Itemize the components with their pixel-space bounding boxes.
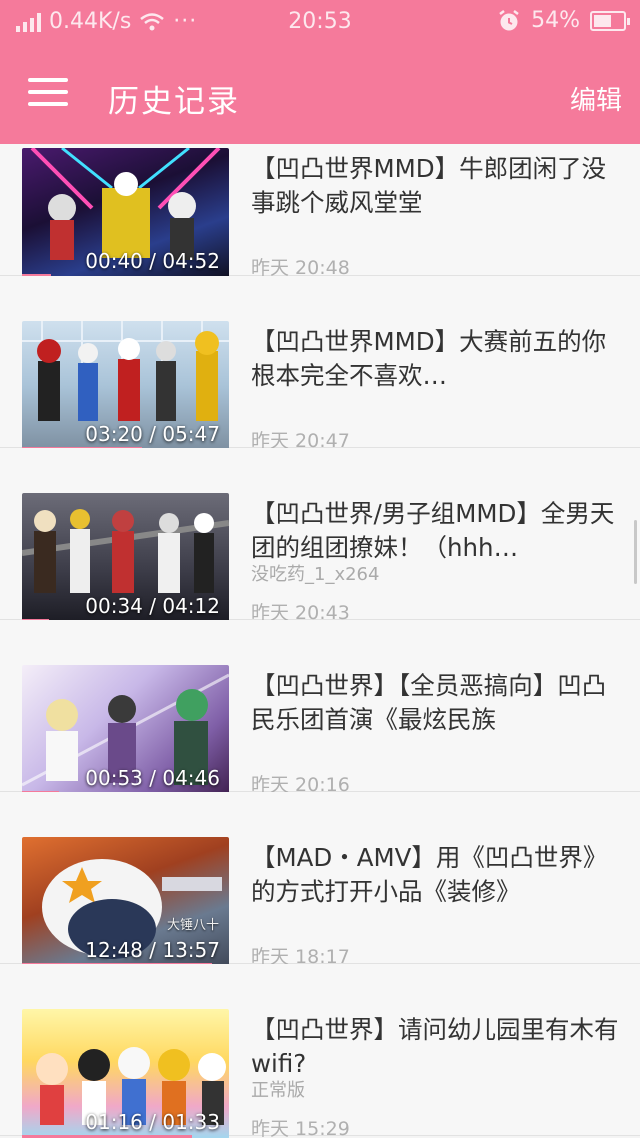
video-thumbnail[interactable]: 00:34 / 04:12 (22, 493, 229, 623)
video-title[interactable]: 【凹凸世界】【全员恶搞向】凹凸民乐团首演《最炫民族 (251, 669, 623, 737)
app-header: 0.44K/s ··· 20:53 54% 历史记录 编辑 (0, 0, 640, 144)
watch-time: 昨天 15:29 (251, 1118, 350, 1138)
video-subtitle: 正常版 (251, 1080, 305, 1101)
history-item[interactable]: 00:34 / 04:12 【凹凸世界/男子组MMD】全男天团的组团撩妹！（hh… (0, 448, 640, 624)
video-duration: 01:16 / 01:33 (85, 1110, 220, 1134)
history-item[interactable]: 03:20 / 05:47 【凹凸世界MMD】大赛前五的你根本完全不喜欢… 昨天… (0, 276, 640, 452)
video-duration: 00:53 / 04:46 (85, 766, 220, 790)
video-title[interactable]: 【凹凸世界MMD】牛郎团闲了没事跳个威风堂堂 (251, 152, 623, 220)
video-title[interactable]: 【凹凸世界/男子组MMD】全男天团的组团撩妹！（hhh… (251, 497, 623, 565)
history-item[interactable]: 00:53 / 04:46 【凹凸世界】【全员恶搞向】凹凸民乐团首演《最炫民族 … (0, 620, 640, 796)
video-subtitle: 没吃药_1_x264 (251, 564, 380, 585)
video-thumbnail[interactable]: 大锤八十 12:48 / 13:57 (22, 837, 229, 967)
alarm-icon (499, 9, 519, 30)
video-duration: 12:48 / 13:57 (85, 938, 220, 962)
history-item[interactable]: 00:40 / 04:52 【凹凸世界MMD】牛郎团闲了没事跳个威风堂堂 昨天 … (0, 144, 640, 279)
video-thumbnail[interactable]: 03:20 / 05:47 (22, 321, 229, 451)
hamburger-icon[interactable] (28, 78, 68, 114)
video-thumbnail[interactable]: 01:16 / 01:33 (22, 1009, 229, 1138)
video-title[interactable]: 【MAD・AMV】用《凹凸世界》的方式打开小品《装修》 (251, 841, 623, 909)
scrollbar[interactable] (634, 520, 637, 584)
video-watermark: 大锤八十 (166, 918, 219, 933)
battery-percent: 54% (531, 8, 580, 33)
video-duration: 00:34 / 04:12 (85, 594, 220, 618)
battery-icon (590, 10, 630, 31)
video-duration: 03:20 / 05:47 (85, 422, 220, 446)
history-item[interactable]: 01:16 / 01:33 【凹凸世界】请问幼儿园里有木有wifi? 正常版 昨… (0, 964, 640, 1138)
status-bar: 0.44K/s ··· 20:53 54% (0, 0, 640, 46)
toolbar: 历史记录 编辑 (0, 58, 640, 134)
video-duration: 00:40 / 04:52 (85, 249, 220, 273)
video-title[interactable]: 【凹凸世界MMD】大赛前五的你根本完全不喜欢… (251, 325, 623, 393)
history-item[interactable]: 大锤八十 12:48 / 13:57 【MAD・AMV】用《凹凸世界》的方式打开… (0, 792, 640, 968)
video-thumbnail[interactable]: 00:53 / 04:46 (22, 665, 229, 795)
history-list[interactable]: 00:40 / 04:52 【凹凸世界MMD】牛郎团闲了没事跳个威风堂堂 昨天 … (0, 144, 640, 1138)
video-title[interactable]: 【凹凸世界】请问幼儿园里有木有wifi? (251, 1013, 623, 1081)
video-thumbnail[interactable]: 00:40 / 04:52 (22, 148, 229, 278)
page-title: 历史记录 (108, 84, 240, 120)
status-right: 54% (497, 8, 630, 33)
edit-button[interactable]: 编辑 (570, 80, 622, 117)
